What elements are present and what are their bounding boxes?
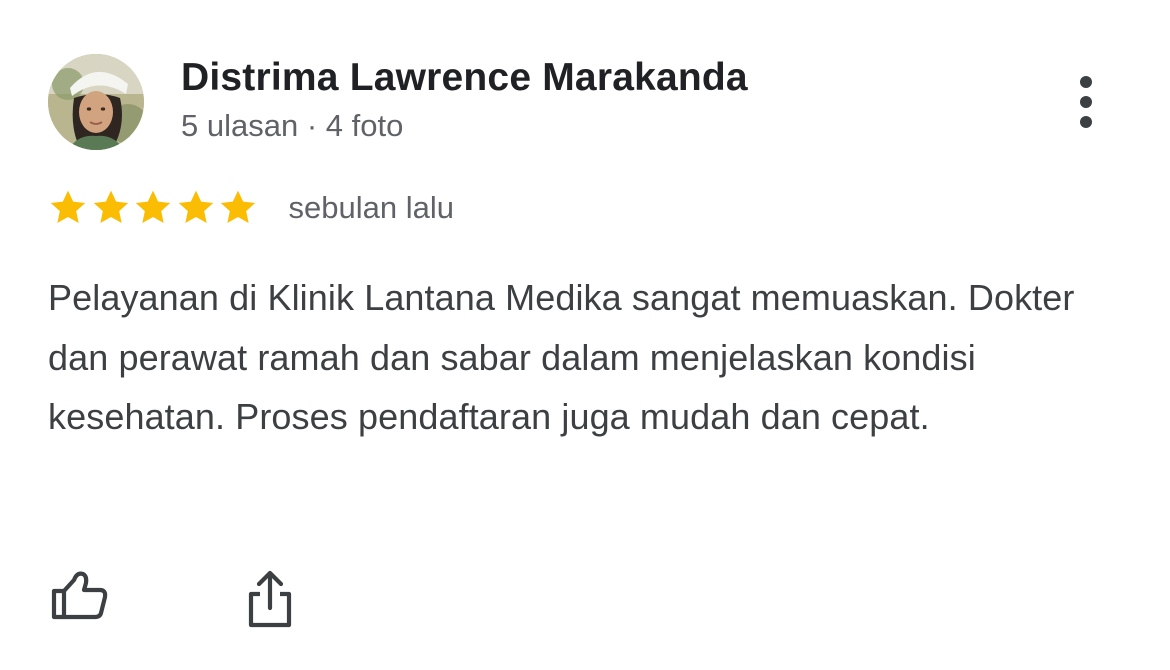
avatar[interactable] (48, 54, 144, 150)
rating-row: sebulan lalu (48, 186, 454, 230)
more-vert-icon (1080, 76, 1092, 88)
share-button[interactable] (244, 570, 296, 630)
star-icon (220, 190, 256, 223)
review-time: sebulan lalu (288, 190, 454, 225)
reviewer-name[interactable]: Distrima Lawrence Marakanda (181, 56, 748, 100)
more-options-button[interactable] (1064, 70, 1108, 134)
reviewer-stats: 5 ulasan · 4 foto (181, 108, 404, 143)
review-card: Distrima Lawrence Marakanda 5 ulasan · 4… (0, 0, 1170, 670)
star-rating (48, 188, 261, 228)
star-icon (135, 190, 171, 223)
like-button[interactable] (50, 568, 110, 628)
review-text: Pelayanan di Klinik Lantana Medika sanga… (48, 277, 1075, 437)
share-icon (248, 570, 292, 628)
avatar-photo (48, 54, 144, 150)
star-icon (178, 190, 213, 223)
star-icon (93, 190, 128, 223)
star-icon (50, 190, 86, 223)
thumbs-up-icon (51, 571, 108, 620)
